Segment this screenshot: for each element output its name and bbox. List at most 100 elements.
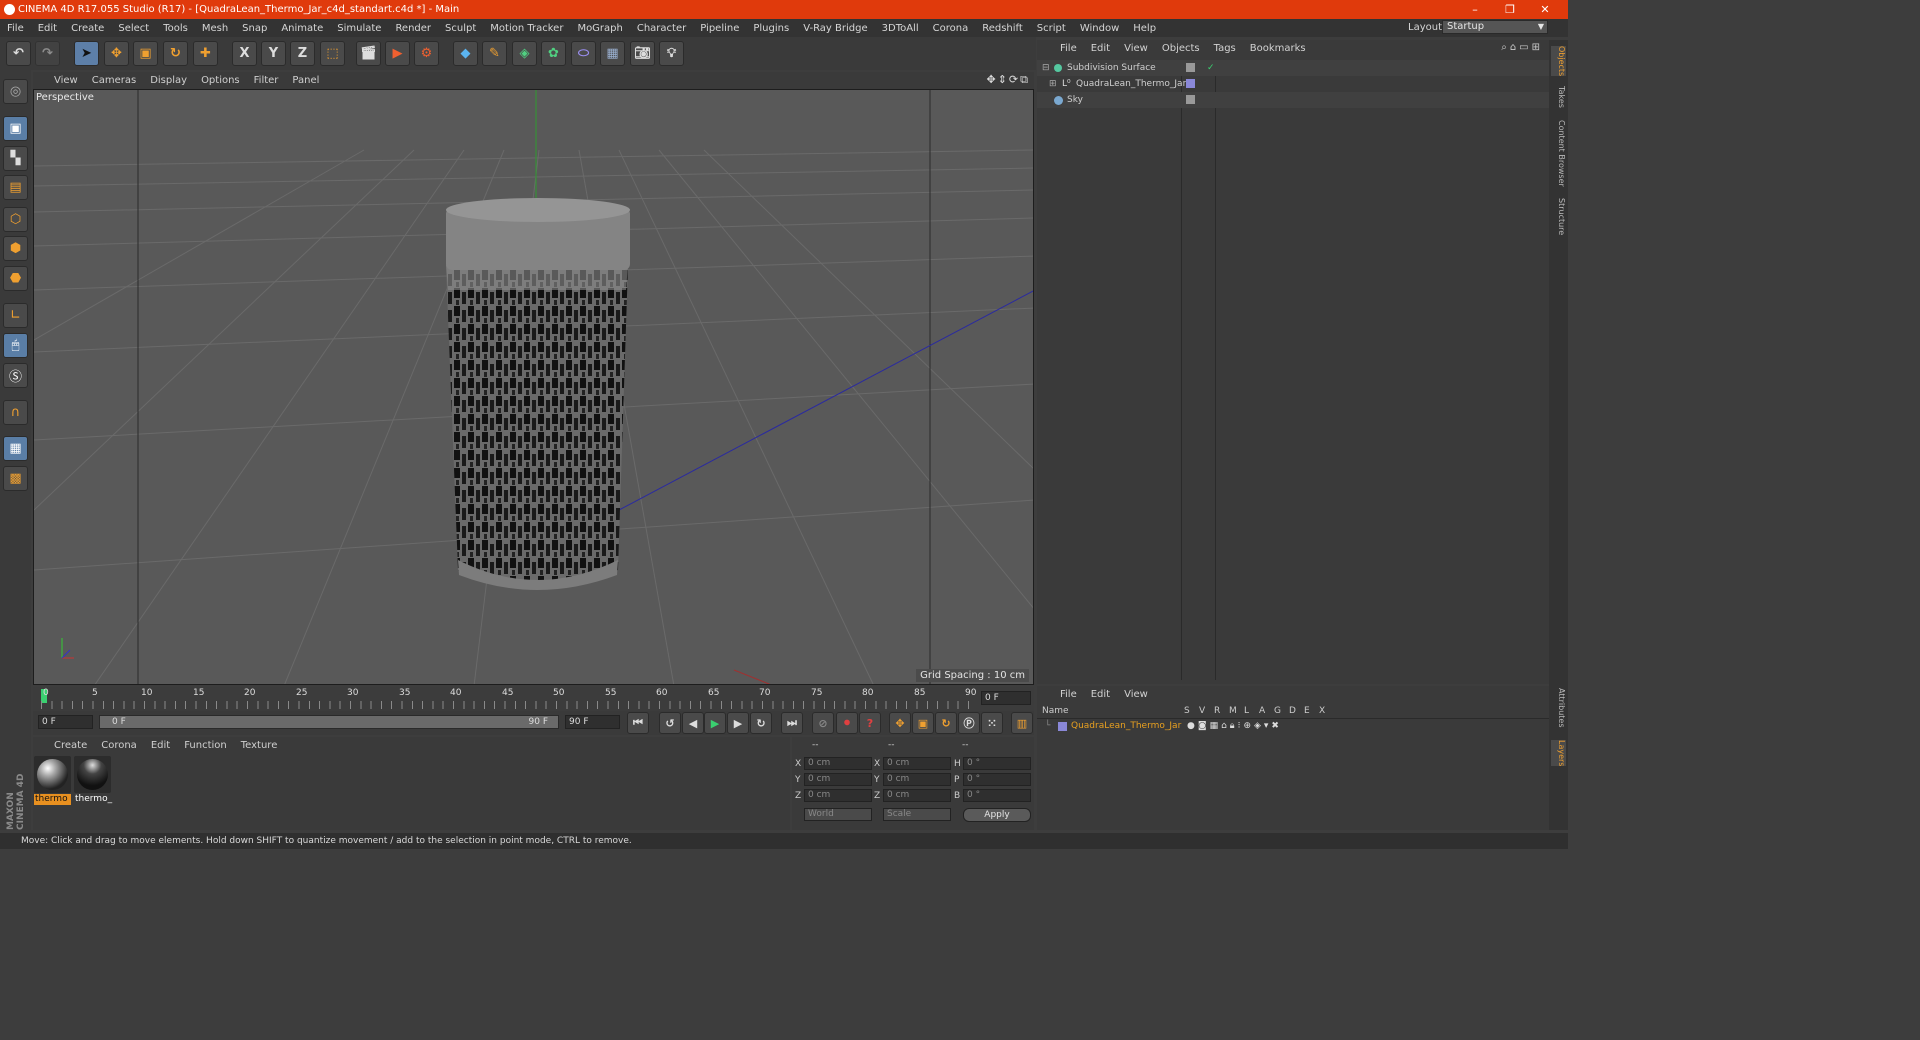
key-position-button[interactable]: ✥ xyxy=(889,712,911,734)
move-tool-button[interactable]: ✥ xyxy=(104,41,129,66)
viewport-menu-filter[interactable]: Filter xyxy=(247,75,286,86)
apply-button[interactable]: Apply xyxy=(963,808,1031,822)
object-menu-view[interactable]: View xyxy=(1117,43,1155,54)
menu-plugins[interactable]: Plugins xyxy=(746,23,796,34)
texture-mode-button[interactable]: ▚ xyxy=(3,146,28,171)
range-slider[interactable]: 0 F 90 F xyxy=(99,715,559,729)
redo-button[interactable]: ↷ xyxy=(35,41,60,66)
material-thumb-thermo[interactable] xyxy=(34,756,71,793)
locked-workplane-button[interactable]: ▦ xyxy=(3,436,28,461)
menu-mesh[interactable]: Mesh xyxy=(195,23,235,34)
current-frame-field[interactable]: 0 F xyxy=(981,691,1031,705)
points-mode-button[interactable]: ⬡ xyxy=(3,207,28,232)
make-editable-button[interactable]: ◎ xyxy=(3,79,28,104)
position-z-field[interactable]: 0 cm xyxy=(804,789,872,802)
timeline-ruler[interactable]: 0 5 10 15 20 25 30 35 40 45 50 55 60 65 … xyxy=(33,687,1034,711)
viewport-menu-panel[interactable]: Panel xyxy=(285,75,326,86)
key-pla-button[interactable]: ⁙ xyxy=(981,712,1003,734)
layer-row[interactable]: └ QuadraLean_Thermo_Jar ●◙▦⌂🔒︎⁝⊕◈▾✖ xyxy=(1037,719,1549,733)
camera-button[interactable]: 📷︎ xyxy=(630,41,655,66)
material-menu-corona[interactable]: Corona xyxy=(94,740,144,751)
select-tool-button[interactable]: ➤ xyxy=(74,41,99,66)
rotation-h-field[interactable]: 0 ° xyxy=(963,757,1031,770)
layer-menu-edit[interactable]: Edit xyxy=(1084,689,1117,700)
object-menu-edit[interactable]: Edit xyxy=(1084,43,1117,54)
menu-mograph[interactable]: MoGraph xyxy=(570,23,629,34)
prev-key-button[interactable]: ↺ xyxy=(659,712,681,734)
enabled-check-icon[interactable]: ✓ xyxy=(1207,60,1215,76)
subdivision-button[interactable]: ◈ xyxy=(512,41,537,66)
tweak-mode-button[interactable]: 🖱︎ xyxy=(3,333,28,358)
object-row-subdivision-surface[interactable]: ⊟ Subdivision Surface ✓ xyxy=(1037,60,1549,76)
y-axis-button[interactable]: Y xyxy=(261,41,286,66)
menu-vray-bridge[interactable]: V-Ray Bridge xyxy=(796,23,874,34)
material-thumb-thermo-2[interactable] xyxy=(74,756,111,793)
tab-takes[interactable]: Takes xyxy=(1551,86,1566,108)
start-frame-field[interactable]: 0 F xyxy=(38,715,93,729)
cube-button[interactable]: ◆ xyxy=(453,41,478,66)
object-menu-tags[interactable]: Tags xyxy=(1207,43,1243,54)
axis-mode-button[interactable]: ∟ xyxy=(3,303,28,328)
object-menu-file[interactable]: File xyxy=(1053,43,1084,54)
menu-character[interactable]: Character xyxy=(630,23,693,34)
play-button[interactable]: ▶ xyxy=(704,712,726,734)
rotation-b-field[interactable]: 0 ° xyxy=(963,789,1031,802)
object-row-sky[interactable]: Sky xyxy=(1037,92,1549,108)
next-frame-button[interactable]: ▶ xyxy=(727,712,749,734)
menu-animate[interactable]: Animate xyxy=(274,23,330,34)
record-keys-button[interactable]: ⊘ xyxy=(812,712,834,734)
snap-button[interactable]: ∩ xyxy=(3,400,28,425)
polygons-mode-button[interactable]: ⬣ xyxy=(3,266,28,291)
menu-create[interactable]: Create xyxy=(64,23,111,34)
rotation-p-field[interactable]: 0 ° xyxy=(963,773,1031,786)
menu-script[interactable]: Script xyxy=(1030,23,1073,34)
layer-tag-icon[interactable] xyxy=(1186,63,1195,72)
tab-content-browser[interactable]: Content Browser xyxy=(1551,120,1566,187)
menu-corona[interactable]: Corona xyxy=(926,23,976,34)
viewport-menu-options[interactable]: Options xyxy=(194,75,247,86)
render-settings-button[interactable]: ⚙ xyxy=(414,41,439,66)
material-menu-edit[interactable]: Edit xyxy=(144,740,177,751)
pen-spline-button[interactable]: ✎ xyxy=(482,41,507,66)
size-y-field[interactable]: 0 cm xyxy=(883,773,951,786)
object-row-quadralean-thermo-jar[interactable]: ⊞ L⁰ QuadraLean_Thermo_Jar xyxy=(1037,76,1549,92)
object-menu-bookmarks[interactable]: Bookmarks xyxy=(1243,43,1313,54)
floor-button[interactable]: ▦ xyxy=(600,41,625,66)
edges-mode-button[interactable]: ⬢ xyxy=(3,236,28,261)
render-view-button[interactable]: 🎬︎ xyxy=(356,41,381,66)
goto-start-button[interactable]: ⏮︎ xyxy=(627,712,649,734)
end-frame-field[interactable]: 90 F xyxy=(565,715,620,729)
autokey-button[interactable]: ⏺︎ xyxy=(836,712,858,734)
scale-tool-button[interactable]: ▣ xyxy=(133,41,158,66)
key-rotation-button[interactable]: ↻ xyxy=(935,712,957,734)
keyframe-selection-button[interactable]: ? xyxy=(859,712,881,734)
next-key-button[interactable]: ↻ xyxy=(750,712,772,734)
viewport-menu-cameras[interactable]: Cameras xyxy=(85,75,143,86)
layer-menu-view[interactable]: View xyxy=(1117,689,1155,700)
rotate-tool-button[interactable]: ↻ xyxy=(163,41,188,66)
size-z-field[interactable]: 0 cm xyxy=(883,789,951,802)
layer-color-swatch[interactable] xyxy=(1058,722,1067,731)
z-axis-button[interactable]: Z xyxy=(290,41,315,66)
expand-icon[interactable]: ⊞ xyxy=(1049,76,1057,92)
close-button[interactable]: ✕ xyxy=(1525,0,1565,19)
restore-button[interactable]: ❐ xyxy=(1490,0,1530,19)
x-axis-button[interactable]: X xyxy=(232,41,257,66)
prev-frame-button[interactable]: ◀ xyxy=(682,712,704,734)
layer-color-swatch[interactable] xyxy=(1186,79,1195,88)
menu-help[interactable]: Help xyxy=(1126,23,1163,34)
tab-attributes[interactable]: Attributes xyxy=(1551,688,1566,728)
tab-layers[interactable]: Layers xyxy=(1551,740,1566,767)
menu-simulate[interactable]: Simulate xyxy=(330,23,388,34)
timeline-window-button[interactable]: ▥ xyxy=(1011,712,1033,734)
menu-window[interactable]: Window xyxy=(1073,23,1126,34)
planar-workplane-button[interactable]: ▩ xyxy=(3,466,28,491)
layer-menu-file[interactable]: File xyxy=(1053,689,1084,700)
viewport-nav-icons[interactable]: ✥⇕⟳⧉ xyxy=(986,73,1030,87)
last-tool-button[interactable]: ✚ xyxy=(193,41,218,66)
material-menu-texture[interactable]: Texture xyxy=(234,740,285,751)
size-x-field[interactable]: 0 cm xyxy=(883,757,951,770)
tab-objects[interactable]: Objects xyxy=(1551,46,1566,77)
position-x-field[interactable]: 0 cm xyxy=(804,757,872,770)
menu-sculpt[interactable]: Sculpt xyxy=(438,23,483,34)
